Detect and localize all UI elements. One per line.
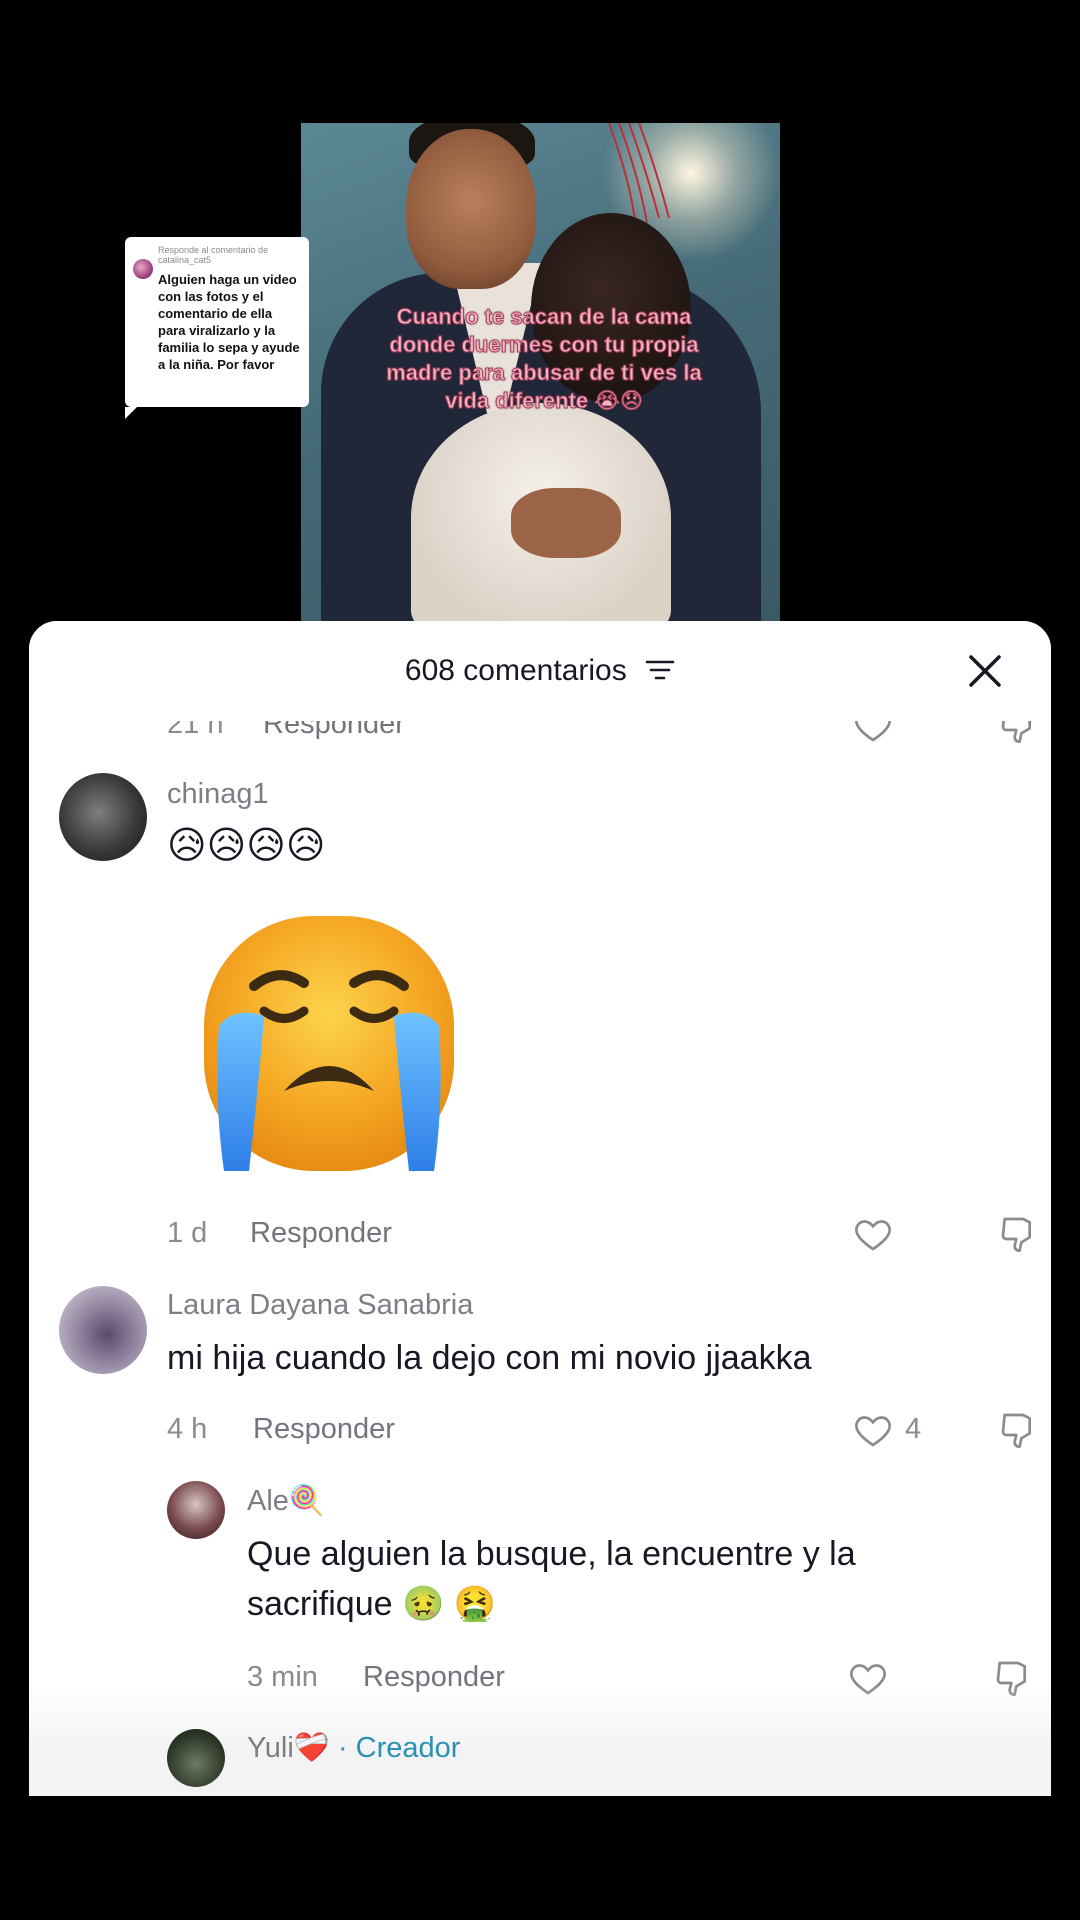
comment-username[interactable]: Yuli❤️‍🩹 · Creador xyxy=(247,1731,460,1765)
dislike-icon[interactable] xyxy=(992,1658,1034,1698)
comment-text-line: Que alguien la busque, la encuentre y la xyxy=(247,1535,856,1573)
comments-sheet: 21 h Responder chinag1 😥😥😥😥 1 d Responde… xyxy=(29,621,1051,1796)
heart-icon[interactable] xyxy=(847,1658,889,1698)
video-player[interactable]: Cuando te sacan de la cama donde duermes… xyxy=(301,123,780,621)
comment-username[interactable]: Ale🍭 xyxy=(247,1484,325,1518)
dislike-icon[interactable] xyxy=(997,1410,1039,1450)
reply-comment-sticker[interactable]: Responde al comentario de catalina_cat5 … xyxy=(125,237,309,419)
filter-icon[interactable] xyxy=(645,658,675,682)
reply-button[interactable]: Responder xyxy=(253,1413,395,1446)
comment-username[interactable]: Laura Dayana Sanabria xyxy=(167,1289,473,1322)
comments-list[interactable]: 21 h Responder chinag1 😥😥😥😥 1 d Responde… xyxy=(29,621,1051,1796)
comment-text: Que tiene fuego hora para contestar esto xyxy=(247,1781,867,1796)
comment-text: 😥😥😥😥 xyxy=(167,825,326,867)
sheet-header: 608 comentarios xyxy=(29,621,1051,721)
comment-time: 3 min xyxy=(247,1661,318,1693)
comment-text-line: sacrifique 🤢 🤮 xyxy=(247,1585,497,1623)
photo-man-face xyxy=(406,129,536,289)
like-count: 4 xyxy=(905,1413,922,1445)
comment-time: 1 d xyxy=(167,1217,208,1249)
close-icon[interactable] xyxy=(965,651,1005,691)
avatar[interactable] xyxy=(167,1481,225,1539)
comment-meta-row: 3 min Responder xyxy=(247,1661,1037,1701)
reply-button[interactable]: Responder xyxy=(363,1661,505,1694)
creator-badge: · Creador xyxy=(337,1732,461,1764)
avatar[interactable] xyxy=(59,1286,147,1374)
crying-face-sticker xyxy=(204,916,454,1171)
avatar[interactable] xyxy=(59,773,147,861)
avatar[interactable] xyxy=(167,1729,225,1787)
comment-meta-row: 4 h Responder 4 xyxy=(167,1413,1037,1453)
reply-button[interactable]: Responder xyxy=(250,1217,392,1250)
sticker-header: Responde al comentario de catalina_cat5 xyxy=(158,245,269,265)
heart-icon[interactable] xyxy=(852,1410,894,1450)
photo-man-hand xyxy=(511,488,621,558)
sticker-text: Alguien haga un video con las fotos y el… xyxy=(158,272,300,372)
comment-meta-row: 1 d Responder xyxy=(167,1217,1037,1257)
creator-username: Yuli❤️‍🩹 xyxy=(247,1732,330,1764)
comment-text: mi hija cuando la dejo con mi novio jjaa… xyxy=(167,1339,812,1377)
comment-time: 4 h xyxy=(167,1413,208,1445)
sticker-avatar xyxy=(133,259,153,279)
dislike-icon[interactable] xyxy=(997,1214,1039,1254)
comments-title: 608 comentarios xyxy=(29,654,1051,688)
heart-icon[interactable] xyxy=(852,1214,894,1254)
comment-username[interactable]: chinag1 xyxy=(167,778,269,811)
comments-count: 608 comentarios xyxy=(404,654,627,687)
video-overlay-caption: Cuando te sacan de la cama donde duermes… xyxy=(386,304,703,414)
